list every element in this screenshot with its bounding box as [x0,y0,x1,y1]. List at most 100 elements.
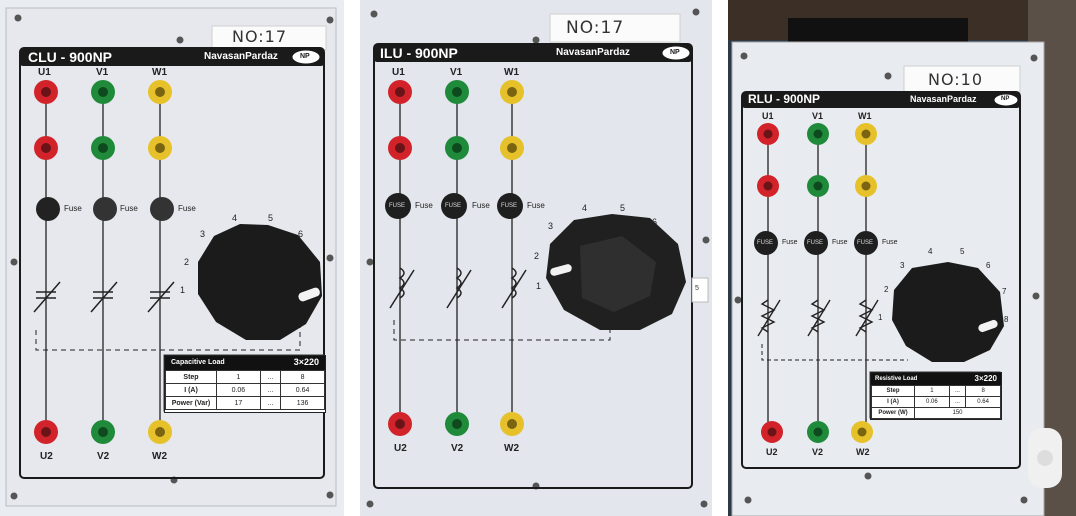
table-cell: 0.06 [914,396,950,408]
rlu-dial-step-6: 6 [986,261,991,270]
table-cell: I (A) [871,396,915,408]
ilu-dial-step-3: 3 [548,221,554,231]
table-cell: 17 [216,396,261,410]
rlu-brand-name: NavasanPardaz [910,94,977,104]
ilu-side-label: 5 [695,285,699,292]
clu-fuse-label-1: Fuse [64,204,82,213]
rlu-fuse-label-3: Fuse [882,239,898,246]
rlu-terminal-w1-label: W1 [858,111,872,121]
rlu-fuse-label-1: Fuse [782,239,798,246]
ilu-terminal-w1-label: W1 [504,67,519,78]
table-cell: 1 [914,385,950,397]
ilu-fuse-cap-3: FUSE [501,203,518,209]
rlu-table-title: Resistive Load [875,376,918,382]
table-cell: 0.06 [216,383,261,397]
photo-rlu-panel: NO:10 RLU - 900NP NavasanPardaz NP U1 V1… [728,0,1076,516]
clu-terminal-w1-label: W1 [152,67,167,78]
clu-spec-table: Capacitive Load 3×220 Step 1 ... 8 I (A)… [164,355,326,413]
rlu-table-rating: 3×220 [974,374,997,383]
clu-table-rating: 3×220 [293,357,319,367]
clu-table-body: Step 1 ... 8 I (A) 0.06 ... 0.64 Power (… [165,370,325,410]
table-cell: Power (Var) [165,396,217,410]
rlu-terminal-u1-label: U1 [762,111,774,121]
ilu-dial-step-1: 1 [536,281,542,291]
table-cell: ... [948,385,967,397]
clu-dial-step-5: 5 [268,213,274,223]
clu-table-title: Capacitive Load [171,359,225,366]
table-cell: ... [259,370,282,384]
ilu-terminal-u1-label: U1 [392,67,405,78]
ilu-fuse-cap-1: FUSE [389,203,406,209]
ilu-brand-name: NavasanPardaz [556,47,630,58]
table-cell: 1 [216,370,261,384]
clu-terminal-v2-label: V2 [97,451,110,462]
rlu-fuse-cap-3: FUSE [857,240,874,246]
table-cell: 8 [965,385,1001,397]
clu-model-title: CLU - 900NP [28,49,113,65]
table-row: Power (W) 150 [871,407,1001,419]
clu-brand-name: NavasanPardaz [204,51,278,62]
table-cell: 0.64 [965,396,1001,408]
table-cell: ... [259,396,282,410]
ilu-terminal-u2-label: U2 [394,443,407,454]
rlu-dial-step-8: 8 [1004,315,1009,324]
photo-ilu-panel: NO:17 ILU - 900NP NavasanPardaz NP U1 V1… [360,0,712,516]
rlu-dial-step-2: 2 [884,285,889,294]
table-cell: 0.64 [280,383,325,397]
table-cell: ... [259,383,282,397]
rlu-terminal-w2-label: W2 [856,447,870,457]
rlu-dial-step-3: 3 [900,261,905,270]
clu-spec-table-header: Capacitive Load 3×220 [165,356,325,370]
clu-dial-step-1: 1 [180,285,186,295]
rlu-dial-step-7: 7 [1002,287,1007,296]
ilu-fuse-label-1: Fuse [415,201,433,210]
clu-terminal-v1-label: V1 [96,67,109,78]
table-cell: Power (W) [871,407,915,419]
table-cell: I (A) [165,383,217,397]
rlu-spec-table-header: Resistive Load 3×220 [871,373,1001,385]
ilu-fuse-label-3: Fuse [527,201,545,210]
table-cell: Step [165,370,217,384]
ilu-dial-step-7: 7 [674,245,680,255]
clu-terminal-u1-label: U1 [38,67,51,78]
rlu-fuse-cap-1: FUSE [757,240,774,246]
rlu-fuse-label-2: Fuse [832,239,848,246]
ilu-model-title: ILU - 900NP [380,45,458,61]
clu-dial-step-4: 4 [232,213,238,223]
rlu-fuse-cap-2: FUSE [807,240,824,246]
ilu-number-label: NO:17 [566,18,625,38]
rlu-logo-text: NP [1001,96,1010,102]
table-row: I (A) 0.06 ... 0.64 [871,396,1001,408]
ilu-dial-step-5: 5 [620,203,626,213]
rlu-dial-step-1: 1 [878,313,883,322]
ilu-terminal-v1-label: V1 [450,67,463,78]
clu-fuse-label-3: Fuse [178,204,196,213]
rlu-terminal-v1-label: V1 [812,111,824,121]
clu-dial-step-2: 2 [184,257,190,267]
table-cell: Step [871,385,915,397]
ilu-terminal-w2-label: W2 [504,443,519,454]
clu-logo-text: NP [300,53,310,60]
ilu-dial-step-4: 4 [582,203,588,213]
ilu-fuse-label-2: Fuse [472,201,490,210]
photo-clu-panel: NO:17 CLU - 900NP NavasanPardaz NP U1 V1… [0,0,344,516]
rlu-number-label: NO:10 [928,70,984,89]
rlu-dial-step-4: 4 [928,247,933,256]
table-cell: ... [948,396,967,408]
rlu-table-body: Step 1 ... 8 I (A) 0.06 ... 0.64 Power (… [871,385,1001,419]
table-cell: 136 [280,396,325,410]
ilu-fuse-cap-2: FUSE [445,203,462,209]
ilu-terminal-v2-label: V2 [451,443,464,454]
table-row: Step 1 ... 8 [871,385,1001,397]
clu-terminal-w2-label: W2 [152,451,167,462]
table-row: Step 1 ... 8 [165,370,325,384]
ilu-dial-step-6: 6 [652,217,658,227]
clu-number-label: NO:17 [232,27,288,46]
rlu-terminal-u2-label: U2 [766,447,778,457]
ilu-dial-step-2: 2 [534,251,540,261]
ilu-logo-text: NP [670,49,680,56]
ilu-dial-step-8: 8 [676,279,682,289]
clu-terminal-u2-label: U2 [40,451,53,462]
rlu-dial-step-5: 5 [960,247,965,256]
table-row: Power (Var) 17 ... 136 [165,396,325,410]
